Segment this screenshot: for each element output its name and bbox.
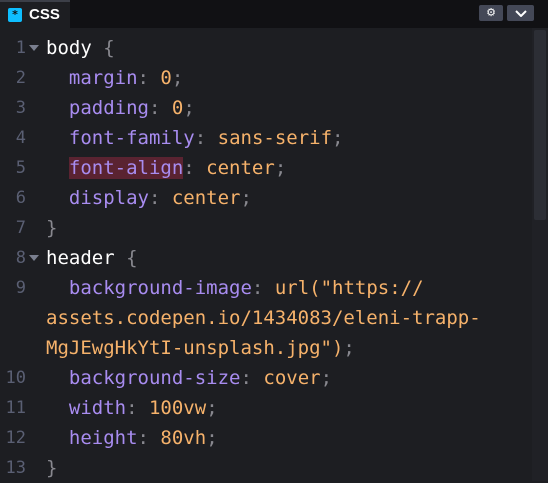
code-line: body { [46,33,115,63]
tab-css[interactable]: * CSS [0,0,70,28]
css-value: cover [263,367,321,389]
colon: : [194,127,218,149]
line-number: 1 [15,38,26,58]
fold-arrow-icon[interactable] [29,255,39,261]
semicolon: ; [343,337,355,359]
semicolon: ; [274,157,287,179]
code-line: } [46,213,57,243]
code-line: font-family: sans-serif; [46,123,344,153]
colon: : [137,67,161,89]
css-value: sans-serif [217,127,333,149]
semicolon: ; [332,127,344,149]
css-asterisk-icon: * [8,8,22,22]
line-number: 13 [5,458,26,478]
line-number: 3 [15,98,26,118]
tab-label: CSS [29,6,60,23]
fold-arrow-icon[interactable] [29,45,39,51]
code-line: margin: 0; [46,63,183,93]
colon: : [148,187,172,209]
colon: : [148,97,172,119]
collapse-button[interactable] [507,5,534,21]
code-line: background-image: url("https:// [46,273,424,303]
colon: : [137,427,161,449]
css-value: url("https:// [274,277,424,299]
line-number: 11 [5,398,26,418]
semicolon: ; [171,67,184,89]
css-value: assets.codepen.io/1434083/eleni-trapp- [46,307,481,329]
code-line-wrapped: assets.codepen.io/1434083/eleni-trapp- [46,303,481,333]
code-line: header { [46,243,138,273]
chevron-down-icon [514,10,527,18]
css-selector: header [46,247,115,269]
settings-button[interactable]: ⚙ [479,5,503,21]
line-number: 8 [15,248,26,268]
line-number: 12 [5,428,26,448]
semicolon: ; [183,97,195,119]
line-number: 6 [15,188,26,208]
css-property: height [68,427,138,449]
css-value: center [206,157,275,179]
colon: : [126,397,149,419]
code-line-wrapped: MgJEwgHkYtI-unsplash.jpg"); [46,333,355,363]
css-value: center [171,187,241,209]
vertical-scrollbar[interactable] [532,28,548,481]
css-property: background-image [68,277,252,299]
code-line: display: center; [46,183,252,213]
css-property: width [68,397,127,419]
gear-icon: ⚙ [486,6,496,19]
code-editor[interactable]: 1 2 3 4 5 6 7 8 9 10 11 12 13 body { mar… [0,28,548,481]
colon: : [183,157,207,179]
editor-header: * CSS ⚙ [0,0,548,28]
css-selector: body [46,37,92,59]
css-value: 100vw [148,397,207,419]
css-editor-panel: * CSS ⚙ 1 2 3 4 5 6 7 8 9 10 11 12 13 bo… [0,0,548,481]
css-value: 0 [160,67,172,89]
line-number: 2 [15,68,26,88]
css-property: background-size [68,367,241,389]
semicolon: ; [240,187,252,209]
line-number: 5 [15,158,26,178]
line-number: 10 [5,368,26,388]
scrollbar-thumb[interactable] [534,30,546,220]
line-number: 9 [15,278,26,298]
line-number: 7 [15,218,26,238]
css-value: MgJEwgHkYtI-unsplash.jpg") [46,337,344,359]
brace: { [114,247,138,269]
colon: : [251,277,275,299]
invalid-css-property: font-align [68,157,184,179]
css-property: font-family [68,127,195,149]
line-number: 4 [15,128,26,148]
code-line: background-size: cover; [46,363,332,393]
code-line: } [46,453,57,483]
css-property: padding [68,97,149,119]
colon: : [240,367,264,389]
css-value: 80vh [160,427,207,449]
code-line: font-align: center; [46,153,286,183]
semicolon: ; [206,427,218,449]
semicolon: ; [320,367,333,389]
semicolon: ; [206,397,218,419]
code-line: height: 80vh; [46,423,218,453]
code-line: padding: 0; [46,93,195,123]
brace: } [46,217,58,239]
brace: { [91,37,115,59]
code-line: width: 100vw; [46,393,218,423]
css-property: margin [68,67,138,89]
line-number-gutter: 1 2 3 4 5 6 7 8 9 10 11 12 13 [0,28,44,481]
css-value: 0 [171,97,184,119]
css-property: display [68,187,149,209]
brace: } [46,457,58,479]
